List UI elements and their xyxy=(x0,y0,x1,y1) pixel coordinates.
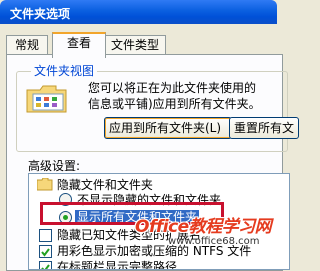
list-item-hidden-files-folder: 隐藏文件和文件夹 xyxy=(36,177,153,193)
checkbox-checked[interactable] xyxy=(39,245,52,258)
watermark-url: www.office68.com xyxy=(168,236,260,247)
folder-views-description: 您可以将正在为此文件夹使用的 信息或平铺)应用到所有文件夹。 xyxy=(88,80,261,112)
title-bar: 文件夹选项 xyxy=(0,0,277,24)
checkmark-icon xyxy=(41,248,50,257)
folder-views-label: 文件夹视图 xyxy=(31,62,98,79)
checkbox-checked[interactable] xyxy=(39,261,52,269)
folder-views-icon xyxy=(26,85,67,113)
folder-icon xyxy=(36,177,53,191)
watermark-brand: Office教程学习网 xyxy=(135,217,272,237)
checkbox-unchecked[interactable] xyxy=(39,229,52,242)
tab-file-types[interactable]: 文件类型 xyxy=(104,35,166,55)
tab-view[interactable]: 查看 xyxy=(52,32,106,58)
window-title: 文件夹选项 xyxy=(10,7,71,21)
description-line-2: 信息或平铺)应用到所有文件夹。 xyxy=(88,97,261,111)
advanced-settings-label: 高级设置: xyxy=(28,159,81,173)
tab-general[interactable]: 常规 xyxy=(6,35,48,55)
list-item-label: 在标题栏显示完整路径 xyxy=(57,260,178,270)
description-line-1: 您可以将正在为此文件夹使用的 xyxy=(88,81,257,95)
checkmark-icon xyxy=(41,264,50,269)
reset-all-folders-button[interactable]: 重置所有文 xyxy=(229,117,299,139)
apply-to-all-folders-button[interactable]: 应用到所有文件夹(L) xyxy=(104,117,232,139)
list-item-label: 隐藏文件和文件夹 xyxy=(56,178,153,192)
list-item-full-path-title[interactable]: 在标题栏显示完整路径 xyxy=(39,259,178,270)
